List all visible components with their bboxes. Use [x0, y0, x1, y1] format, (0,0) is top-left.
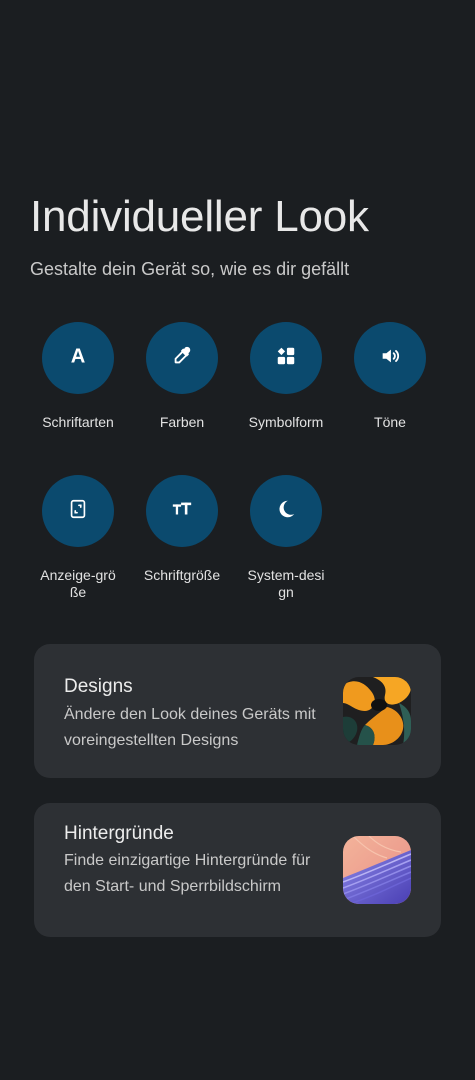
wallpapers-thumbnail [343, 836, 411, 904]
option-fonts[interactable]: A Schriftarten [26, 322, 130, 431]
option-font-size-label: Schriftgröße [143, 567, 221, 583]
moon-icon [275, 498, 297, 525]
option-colors[interactable]: Farben [130, 322, 234, 431]
option-font-size[interactable]: Schriftgröße [130, 475, 234, 584]
option-display-size-button[interactable] [42, 475, 114, 547]
option-display-size[interactable]: Anzeige-größe [26, 475, 130, 601]
option-system-design-button[interactable] [250, 475, 322, 547]
shapes-icon [275, 345, 297, 372]
option-colors-label: Farben [159, 414, 205, 430]
option-colors-button[interactable] [146, 322, 218, 394]
wallpapers-card-title: Hintergründe [64, 823, 174, 844]
option-sounds-label: Töne [374, 414, 406, 430]
option-system-design[interactable]: System-design [234, 475, 338, 601]
font-icon: A [67, 345, 89, 372]
option-fonts-label: Schriftarten [42, 414, 114, 430]
page-subtitle: Gestalte dein Gerät so, wie es dir gefäl… [30, 259, 350, 279]
designs-card-description: Ändere den Look deines Geräts mit vorein… [64, 706, 316, 749]
option-sounds[interactable]: Töne [338, 322, 442, 431]
wallpapers-card-description: Finde einzigartige Hintergründe für den … [64, 852, 311, 895]
designs-card-title: Designs [64, 676, 133, 697]
wallpapers-card[interactable]: Hintergründe Finde einzigartige Hintergr… [34, 803, 441, 937]
option-font-size-button[interactable] [146, 475, 218, 547]
option-sounds-button[interactable] [354, 322, 426, 394]
option-icon-shape-label: Symbolform [248, 414, 324, 430]
page-title: Individueller Look [30, 192, 369, 241]
option-system-design-label: System-design [247, 567, 325, 600]
designs-card[interactable]: Designs Ändere den Look deines Geräts mi… [34, 644, 441, 778]
speaker-icon [379, 345, 401, 372]
display-size-icon [67, 498, 89, 525]
eyedropper-icon [171, 345, 193, 372]
designs-thumbnail [343, 677, 411, 745]
text-size-icon [171, 498, 193, 525]
option-fonts-button[interactable]: A [42, 322, 114, 394]
option-icon-shape-button[interactable] [250, 322, 322, 394]
option-icon-shape[interactable]: Symbolform [234, 322, 338, 431]
option-display-size-label: Anzeige-größe [40, 567, 116, 600]
svg-text:A: A [71, 345, 86, 367]
